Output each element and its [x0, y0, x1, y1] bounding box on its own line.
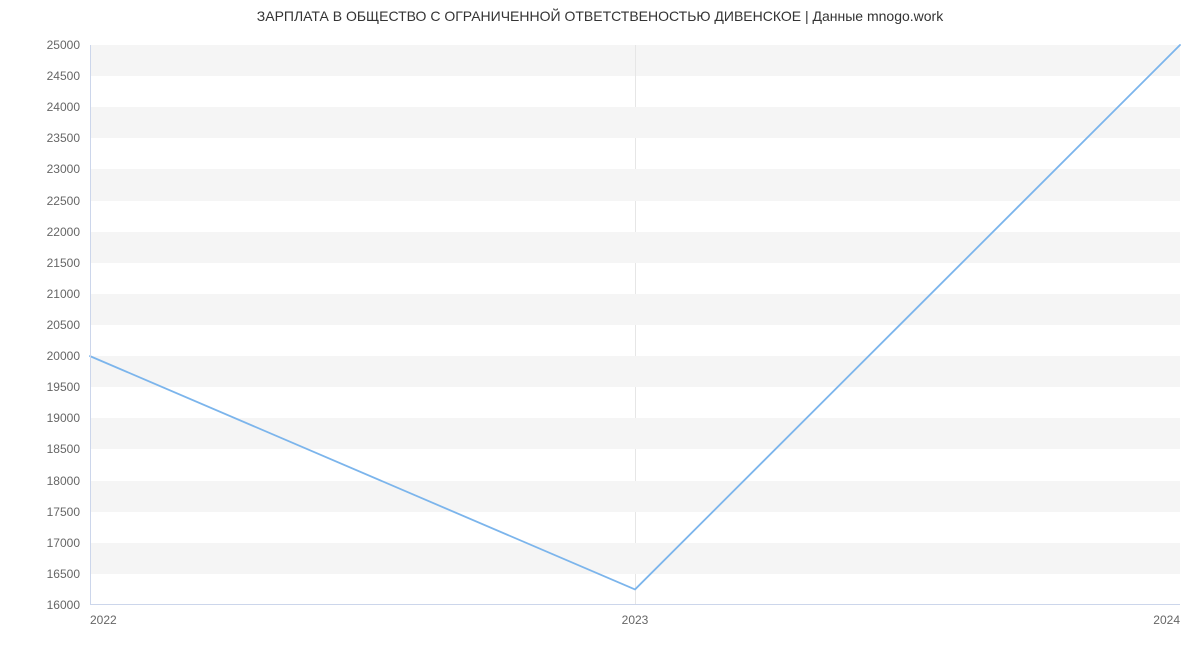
- y-tick-label: 20500: [47, 318, 80, 332]
- y-tick-label: 17000: [47, 536, 80, 550]
- y-tick-label: 22000: [47, 225, 80, 239]
- x-tick-label: 2023: [622, 613, 649, 627]
- y-tick-label: 18000: [47, 474, 80, 488]
- x-tick-label: 2022: [90, 613, 117, 627]
- y-tick-label: 22500: [47, 194, 80, 208]
- y-tick-label: 24500: [47, 69, 80, 83]
- x-tick-label: 2024: [1153, 613, 1180, 627]
- chart-container: ЗАРПЛАТА В ОБЩЕСТВО С ОГРАНИЧЕННОЙ ОТВЕТ…: [0, 0, 1200, 650]
- y-tick-label: 21000: [47, 287, 80, 301]
- y-tick-label: 18500: [47, 442, 80, 456]
- y-tick-label: 17500: [47, 505, 80, 519]
- y-tick-label: 23000: [47, 162, 80, 176]
- y-tick-label: 19000: [47, 411, 80, 425]
- y-tick-label: 25000: [47, 38, 80, 52]
- chart-title: ЗАРПЛАТА В ОБЩЕСТВО С ОГРАНИЧЕННОЙ ОТВЕТ…: [0, 8, 1200, 24]
- y-tick-label: 21500: [47, 256, 80, 270]
- y-tick-label: 16000: [47, 598, 80, 612]
- y-tick-label: 23500: [47, 131, 80, 145]
- y-tick-label: 16500: [47, 567, 80, 581]
- line-layer: [90, 45, 1180, 605]
- plot-area: 1600016500170001750018000185001900019500…: [90, 45, 1180, 605]
- y-tick-label: 20000: [47, 349, 80, 363]
- series-line: [90, 45, 1180, 589]
- y-tick-label: 24000: [47, 100, 80, 114]
- y-tick-label: 19500: [47, 380, 80, 394]
